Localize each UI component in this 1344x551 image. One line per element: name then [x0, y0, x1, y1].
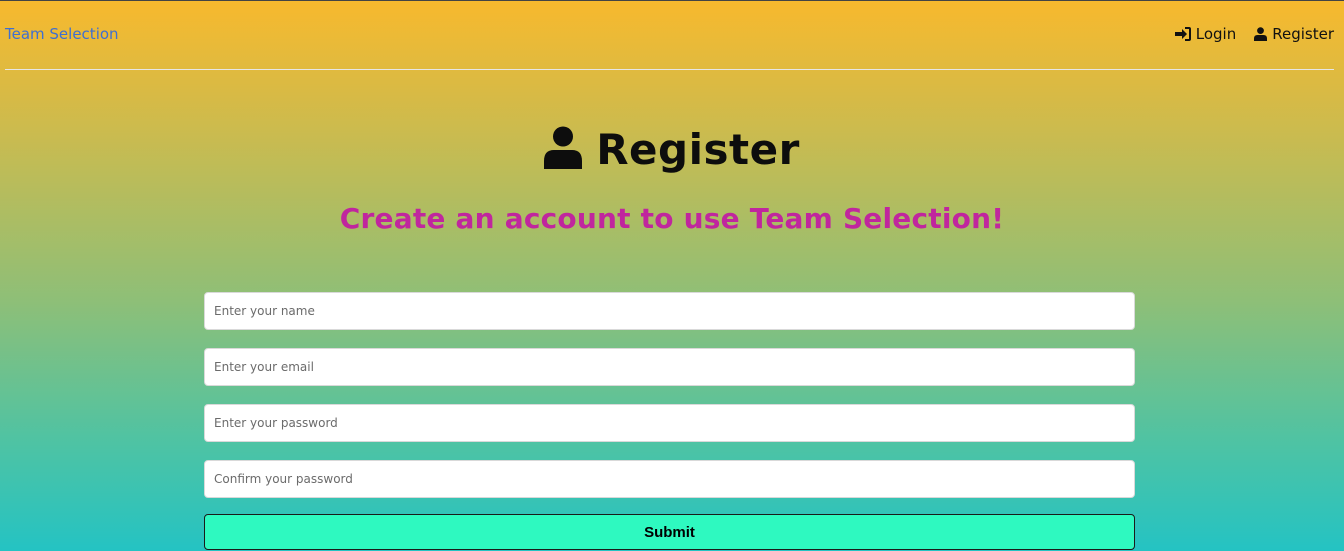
user-icon	[1254, 27, 1268, 41]
page-title: Register	[596, 125, 800, 174]
nav-links: Login Register	[1174, 25, 1334, 43]
login-link[interactable]: Login	[1174, 25, 1237, 43]
confirm-password-field[interactable]	[204, 460, 1135, 498]
login-label: Login	[1195, 25, 1237, 43]
email-field[interactable]	[204, 348, 1135, 386]
submit-button[interactable]: Submit	[204, 514, 1135, 550]
register-label: Register	[1272, 25, 1334, 43]
password-field[interactable]	[204, 404, 1135, 442]
brand-link[interactable]: Team Selection	[5, 25, 119, 43]
sign-in-icon	[1174, 27, 1191, 41]
page-subtitle: Create an account to use Team Selection!	[339, 202, 1005, 235]
page-heading: Register	[0, 125, 1344, 174]
navbar: Team Selection Login Register	[5, 1, 1334, 70]
register-form: Submit	[204, 292, 1135, 550]
register-link[interactable]: Register	[1254, 25, 1334, 43]
name-field[interactable]	[204, 292, 1135, 330]
user-icon	[544, 126, 583, 173]
